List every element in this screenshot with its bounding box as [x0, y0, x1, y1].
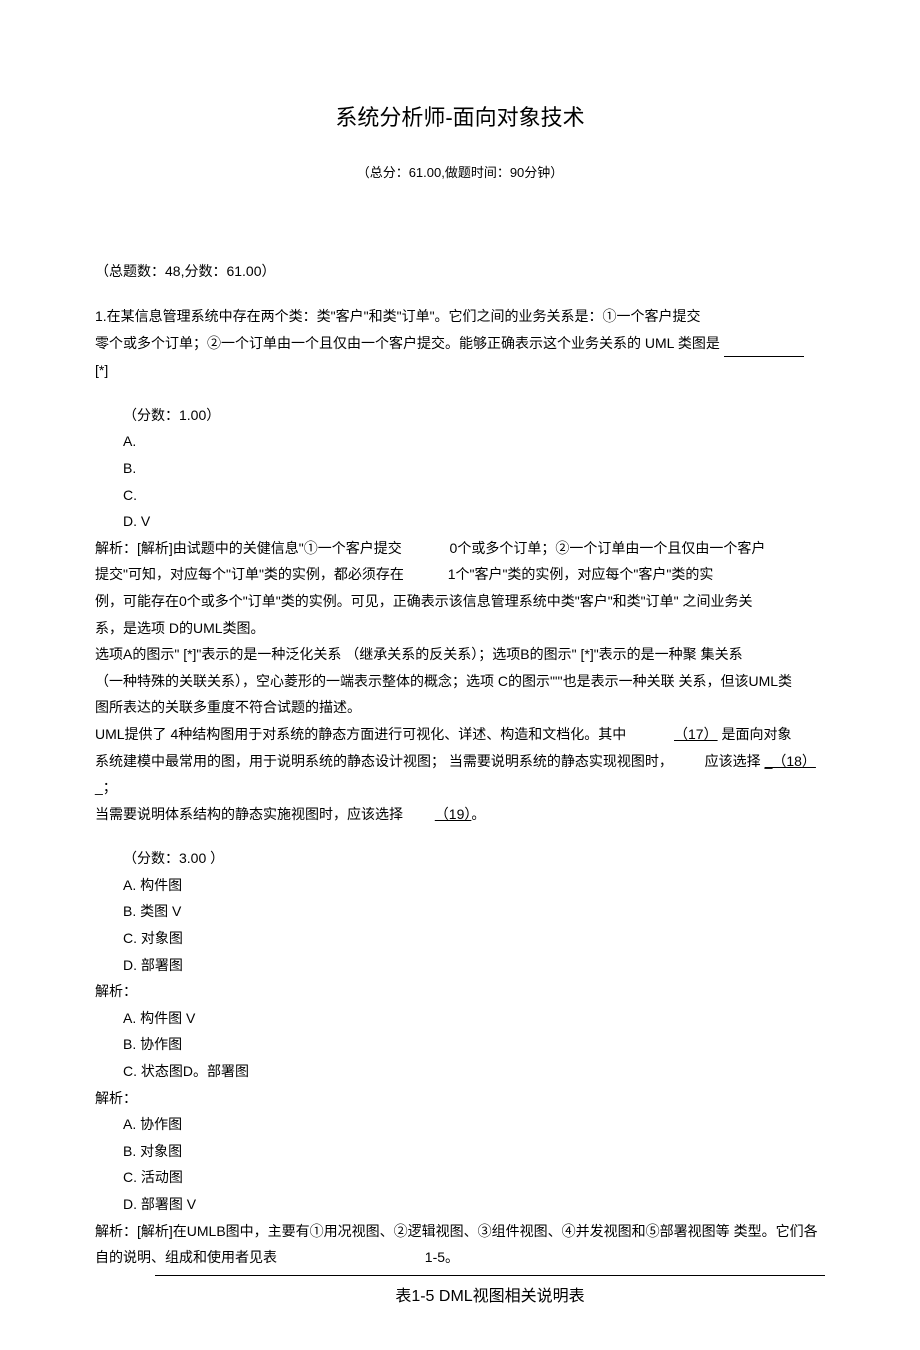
- blank-fill: [724, 330, 804, 358]
- final-l2a: 自的说明、组成和使用者见表: [95, 1249, 277, 1265]
- q17-l4: 当需要说明体系结构的静态实施视图时，应该选择: [95, 806, 403, 822]
- q1-an7: 图所表达的关联多重度不符合试题的描述。: [95, 694, 825, 721]
- q1-an6: （一种特殊的关联关系），空心菱形的一端表示整体的概念；选项 C的图示""'也是表…: [95, 668, 825, 695]
- g3-option-d: D. 部署图 V: [123, 1191, 825, 1218]
- blank-17: （17）: [674, 726, 718, 742]
- q1-line1: 1.在某信息管理系统中存在两个类：类"客户"和类"订单"。它们之间的业务关系是：…: [95, 308, 701, 324]
- q1-analysis: 解析：[解析]由试题中的关健信息"①一个客户提交 0个或多个订单；②一个订单由一…: [95, 535, 825, 721]
- q1-option-b: B.: [123, 455, 825, 482]
- q1-intro: 1.在某信息管理系统中存在两个类：类"客户"和类"订单"。它们之间的业务关系是：…: [95, 303, 825, 384]
- final-l1: 解析：[解析]在UMLB图中，主要有①用况视图、②逻辑视图、③组件视图、④并发视…: [95, 1218, 825, 1245]
- q1-an1b: 0个或多个订单；②一个订单由一个且仅由一个客户: [450, 540, 766, 556]
- g1-analysis: 解析：: [95, 978, 825, 1005]
- q17-l3a: _；: [95, 774, 825, 801]
- g3-option-a: A. 协作图: [123, 1111, 825, 1138]
- q1-option-d: D. V: [123, 508, 825, 535]
- final-l2b: 1-5。: [425, 1249, 459, 1265]
- q1-an2b: 1个"客户"类的实例，对应每个"客户"类的实: [448, 566, 714, 582]
- q1-an5: 选项A的图示" [*]"表示的是一种泛化关系 （继承关系的反关系）；选项B的图示…: [95, 641, 825, 668]
- correct-mark: V: [172, 903, 181, 919]
- q1-an4: 系，是选项 D的UML类图。: [95, 615, 825, 642]
- correct-mark: V: [141, 513, 150, 529]
- q1-line3: [*]: [95, 362, 108, 378]
- g3-option-c: C. 活动图: [123, 1164, 825, 1191]
- correct-mark: V: [187, 1196, 196, 1212]
- q1-line2a: 零个或多个订单；②一个订单由一个且仅由一个客户提交。能够正确表示这个业务关系的 …: [95, 335, 724, 351]
- q17-l2b: 应该选择: [705, 753, 761, 769]
- correct-mark: V: [186, 1010, 195, 1026]
- page-subtitle: （总分：61.00,做题时间：90分钟）: [95, 162, 825, 181]
- g2-analysis: 解析：: [95, 1085, 825, 1112]
- g3-option-b: B. 对象图: [123, 1138, 825, 1165]
- g1-b-label: B. 类图: [123, 903, 172, 919]
- blank-19: （19）: [435, 806, 472, 822]
- g3-d-label: D. 部署图: [123, 1196, 187, 1212]
- question-summary: （总题数：48,分数：61.00）: [95, 261, 825, 281]
- table-container: 表1-5 DML视图相关说明表: [155, 1275, 825, 1310]
- q17-l1a: UML提供了 4种结构图用于对系统的静态方面进行可视化、详述、构造和文档化。其中: [95, 726, 626, 742]
- q1-an3: 例，可能存在0个或多个"订单"类的实例。可见，正确表示该信息管理系统中类"客户"…: [95, 588, 825, 615]
- blank-18: _（18）: [765, 753, 816, 769]
- q1-an2a: 提交"可知，对应每个"订单"类的实例，都必须存在: [95, 566, 404, 582]
- g1-option-b: B. 类图 V: [123, 898, 825, 925]
- g1-option-c: C. 对象图: [123, 925, 825, 952]
- q1-option-d-label: D.: [123, 513, 141, 529]
- q17-l2a: 系统建模中最常用的图，用于说明系统的静态设计视图； 当需要说明系统的静态实现视图…: [95, 753, 673, 769]
- g2-a-label: A. 构件图: [123, 1010, 186, 1026]
- g2-option-a: A. 构件图 V: [123, 1005, 825, 1032]
- q1-option-a: A.: [123, 428, 825, 455]
- q17-intro: UML提供了 4种结构图用于对系统的静态方面进行可视化、详述、构造和文档化。其中…: [95, 721, 825, 827]
- q1-an1a: 解析：[解析]由试题中的关健信息"①一个客户提交: [95, 540, 402, 556]
- g2-option-cd: C. 状态图D。部署图: [123, 1058, 825, 1085]
- q1-option-c: C.: [123, 482, 825, 509]
- q17-l4b: 。: [471, 806, 485, 822]
- q17-score: （分数：3.00 ）: [123, 845, 825, 872]
- final-analysis: 解析：[解析]在UMLB图中，主要有①用况视图、②逻辑视图、③组件视图、④并发视…: [95, 1218, 825, 1271]
- g1-option-d: D. 部署图: [123, 952, 825, 979]
- g1-option-a: A. 构件图: [123, 872, 825, 899]
- table-caption: 表1-5 DML视图相关说明表: [155, 1278, 825, 1310]
- q1-score: （分数：1.00）: [123, 402, 825, 429]
- g2-option-b: B. 协作图: [123, 1031, 825, 1058]
- q17-l1b: 是面向对象: [721, 726, 791, 742]
- page-title: 系统分析师-面向对象技术: [95, 100, 825, 132]
